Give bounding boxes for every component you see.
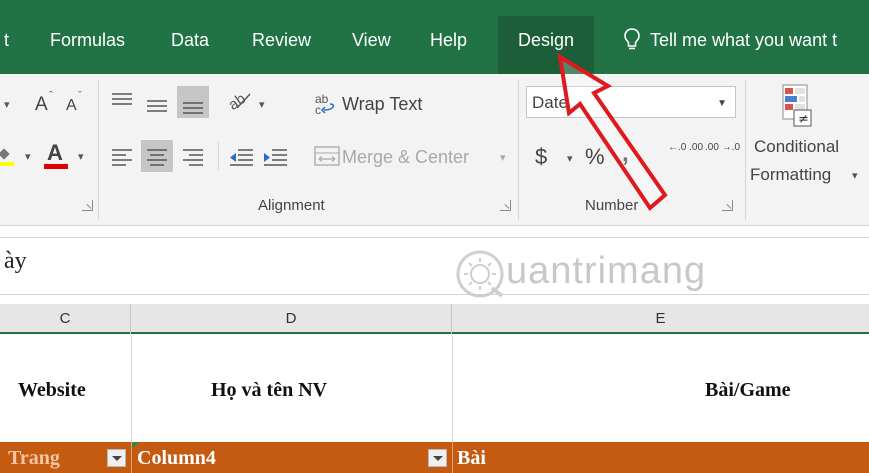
shrink-font-button[interactable]: A [66, 97, 77, 115]
indent-separator [218, 142, 219, 170]
column-header-c[interactable]: C [0, 304, 131, 334]
caret-down-small-icon: ˇ [78, 90, 82, 102]
merge-center-button[interactable]: Merge & Center [342, 147, 469, 168]
conditional-formatting-dropdown[interactable]: ▾ [852, 169, 858, 182]
number-group-label: Number [585, 197, 639, 214]
number-format-dropdown[interactable]: Date ▼ [526, 86, 736, 118]
font-color-button[interactable]: A [44, 140, 68, 170]
table-separator [452, 442, 453, 473]
column-header-row: C D E [0, 304, 869, 334]
tab-data[interactable]: Data [171, 30, 209, 51]
merge-center-dropdown[interactable]: ▾ [500, 151, 506, 164]
alignment-group-label: Alignment [258, 197, 325, 214]
formula-bar[interactable] [0, 237, 869, 295]
gridline [131, 336, 132, 442]
svg-text:ab: ab [228, 90, 249, 112]
decrease-indent-icon[interactable] [228, 148, 254, 166]
quantrimang-logo-icon [456, 250, 504, 298]
align-bottom-icon[interactable] [181, 96, 205, 114]
decrease-decimal-button[interactable]: .00 →.0 [705, 142, 740, 170]
font-color-letter: A [47, 140, 63, 165]
gridline [452, 336, 453, 442]
group-separator [98, 80, 99, 220]
lightbulb-icon [624, 28, 640, 50]
group-separator-2 [518, 80, 519, 220]
align-middle-icon[interactable] [145, 96, 169, 114]
currency-button[interactable]: $ [535, 144, 547, 170]
table-header-bai[interactable]: Bài [457, 447, 486, 470]
font-size-dropdown-arrow[interactable]: ▾ [4, 98, 10, 111]
svg-text:≠: ≠ [798, 112, 809, 127]
svg-text:c: c [315, 103, 321, 116]
column-header-d[interactable]: D [131, 304, 452, 334]
group-separator-3 [745, 80, 746, 220]
currency-dropdown[interactable]: ▾ [567, 152, 573, 165]
number-format-value: Date [532, 93, 568, 112]
chevron-down-icon: ▼ [717, 98, 727, 109]
cell-e-article-game[interactable]: Bài/Game [705, 379, 791, 402]
orientation-dropdown[interactable]: ▾ [259, 98, 265, 111]
conditional-formatting-label-1[interactable]: Conditional [754, 137, 839, 157]
cell-c-website[interactable]: Website [18, 379, 86, 402]
percent-button[interactable]: % [585, 144, 605, 170]
align-right-icon[interactable] [181, 148, 205, 166]
filter-dropdown-button[interactable] [428, 449, 447, 467]
font-color-dropdown[interactable]: ▾ [78, 150, 84, 163]
increase-decimal-button[interactable]: ←.0 .00 [668, 142, 703, 170]
align-left-icon[interactable] [110, 148, 134, 166]
fill-color-dropdown[interactable]: ▾ [25, 150, 31, 163]
column-header-e[interactable]: E [452, 304, 869, 334]
align-top-icon[interactable] [110, 92, 134, 110]
tab-design[interactable]: Design [498, 16, 595, 74]
tab-review[interactable]: Review [252, 30, 311, 51]
comma-style-button[interactable]: , [622, 140, 629, 168]
wrap-text-button[interactable]: Wrap Text [342, 94, 422, 115]
font-dialog-launcher[interactable] [82, 200, 93, 211]
cell-d-employee-name[interactable]: Họ và tên NV [211, 379, 327, 402]
orientation-icon[interactable]: ab [228, 88, 256, 112]
formula-bar-value: ày [4, 248, 27, 274]
alignment-dialog-launcher[interactable] [500, 200, 511, 211]
watermark-text: uantrimang [506, 250, 707, 292]
grow-font-button[interactable]: A [35, 94, 48, 116]
fill-color-icon[interactable] [0, 148, 14, 166]
tab-insert-partial[interactable]: t [4, 30, 9, 51]
number-dialog-launcher[interactable] [722, 200, 733, 211]
filter-dropdown-button[interactable] [107, 449, 126, 467]
table-header-trang[interactable]: Trang [8, 447, 60, 470]
increase-indent-icon[interactable] [262, 148, 288, 166]
tab-formulas[interactable]: Formulas [50, 30, 125, 51]
merge-center-icon [314, 146, 340, 166]
tab-view[interactable]: View [352, 30, 391, 51]
table-header-column4[interactable]: Column4 [137, 447, 216, 470]
conditional-formatting-icon: ≠ [782, 84, 812, 127]
caret-up-icon: ˆ [49, 90, 53, 102]
tab-help[interactable]: Help [430, 30, 467, 51]
conditional-formatting-label-2[interactable]: Formatting [750, 165, 831, 185]
tell-me-search[interactable]: Tell me what you want t [650, 30, 837, 51]
align-center-icon[interactable] [145, 148, 169, 166]
wrap-text-icon: ab c [315, 92, 335, 116]
